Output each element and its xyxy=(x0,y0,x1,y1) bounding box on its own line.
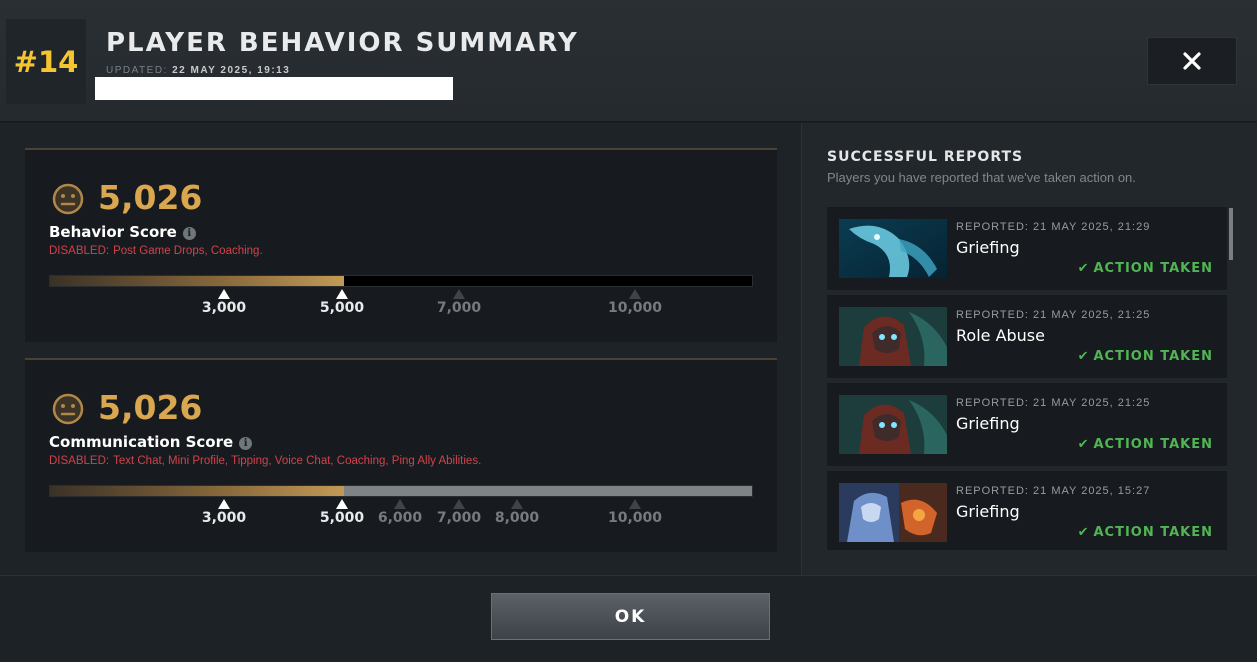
disabled-label: DISABLED: xyxy=(49,245,110,257)
communication-score-label-text: Communication Score xyxy=(49,433,234,451)
report-list[interactable]: REPORTED: 21 MAY 2025, 21:29 Griefing ✔ A… xyxy=(827,207,1237,550)
action-taken-status: ✔ ACTION TAKEN xyxy=(1078,349,1213,364)
action-taken-status: ✔ ACTION TAKEN xyxy=(1078,261,1213,276)
tick-label: 10,000 xyxy=(607,510,663,526)
tick-marker xyxy=(511,499,523,509)
reports-subtitle: Players you have reported that we've tak… xyxy=(827,170,1136,185)
communication-score-panel: 5,026 Communication Score i DISABLED: Text… xyxy=(25,358,777,552)
tick-marker xyxy=(394,499,406,509)
neutral-face-icon xyxy=(52,393,84,425)
report-item[interactable]: REPORTED: 21 MAY 2025, 21:25 Role Abuse … xyxy=(827,295,1227,378)
communication-progress-fill xyxy=(50,486,345,496)
report-reason: Role Abuse xyxy=(956,326,1045,345)
tick-marker xyxy=(336,289,348,299)
communication-score-label: Communication Score i xyxy=(49,433,253,451)
action-taken-label: ACTION TAKEN xyxy=(1093,437,1213,452)
updated-value: 22 MAY 2025, 19:13 xyxy=(172,65,291,76)
behavior-disabled-line: DISABLED: Post Game Drops, Coaching. xyxy=(49,245,263,257)
behavior-score-label-text: Behavior Score xyxy=(49,223,177,241)
disabled-label: DISABLED: xyxy=(49,455,110,467)
info-icon[interactable]: i xyxy=(182,227,196,240)
communication-progress-bar xyxy=(49,485,753,497)
report-meta: REPORTED: 21 MAY 2025, 21:29 xyxy=(956,221,1151,233)
info-icon[interactable]: i xyxy=(239,437,253,450)
close-icon xyxy=(1183,52,1201,70)
updated-timestamp: UPDATED: 22 MAY 2025, 19:13 xyxy=(106,65,290,76)
tick-marker xyxy=(336,499,348,509)
close-button[interactable] xyxy=(1147,37,1237,85)
page-title: PLAYER BEHAVIOR SUMMARY xyxy=(106,28,579,58)
tick-marker xyxy=(453,499,465,509)
disabled-features: Text Chat, Mini Profile, Tipping, Voice … xyxy=(113,455,482,467)
tick-label: 3,000 xyxy=(201,510,247,526)
communication-disabled-line: DISABLED: Text Chat, Mini Profile, Tippin… xyxy=(49,455,481,467)
report-meta: REPORTED: 21 MAY 2025, 21:25 xyxy=(956,309,1151,321)
neutral-face-icon xyxy=(52,183,84,215)
dialog-header: #14 PLAYER BEHAVIOR SUMMARY UPDATED: 22 … xyxy=(0,0,1257,122)
tick-label: 8,000 xyxy=(494,510,540,526)
report-reason: Griefing xyxy=(956,502,1020,521)
updated-label: UPDATED: xyxy=(106,65,168,76)
communication-score-value: 5,026 xyxy=(98,388,203,427)
report-reason: Griefing xyxy=(956,238,1020,257)
checkmark-icon: ✔ xyxy=(1077,525,1090,540)
behavior-progress-fill xyxy=(50,276,345,286)
hero-portrait-icon xyxy=(839,219,947,278)
tick-marker xyxy=(218,289,230,299)
report-meta: REPORTED: 21 MAY 2025, 21:25 xyxy=(956,397,1151,409)
tick-label: 10,000 xyxy=(607,300,663,316)
hero-portrait-icon xyxy=(839,483,947,542)
report-item[interactable]: REPORTED: 21 MAY 2025, 21:25 Griefing ✔ A… xyxy=(827,383,1227,466)
redacted-area xyxy=(95,77,453,100)
ok-button[interactable]: OK xyxy=(491,593,770,640)
report-reason: Griefing xyxy=(956,414,1020,433)
tick-label: 6,000 xyxy=(377,510,423,526)
report-item[interactable]: REPORTED: 21 MAY 2025, 15:27 Griefing ✔ A… xyxy=(827,471,1227,550)
rank-number: #14 xyxy=(13,44,79,79)
tick-marker xyxy=(629,289,641,299)
tick-marker xyxy=(453,289,465,299)
tick-marker xyxy=(629,499,641,509)
tick-label: 3,000 xyxy=(201,300,247,316)
hero-portrait-icon xyxy=(839,307,947,366)
tick-label: 7,000 xyxy=(436,300,482,316)
rank-badge: #14 xyxy=(6,19,86,104)
hero-portrait-icon xyxy=(839,395,947,454)
action-taken-label: ACTION TAKEN xyxy=(1093,349,1213,364)
tick-label: 5,000 xyxy=(319,300,365,316)
tick-marker xyxy=(218,499,230,509)
checkmark-icon: ✔ xyxy=(1077,261,1090,276)
action-taken-label: ACTION TAKEN xyxy=(1093,525,1213,540)
scores-area: 5,026 Behavior Score i DISABLED: Post Game… xyxy=(0,123,801,575)
report-item[interactable]: REPORTED: 21 MAY 2025, 21:29 Griefing ✔ A… xyxy=(827,207,1227,290)
disabled-features: Post Game Drops, Coaching. xyxy=(113,245,263,257)
action-taken-status: ✔ ACTION TAKEN xyxy=(1078,525,1213,540)
report-list-scrollbar[interactable] xyxy=(1229,208,1233,260)
reports-title: SUCCESSFUL REPORTS xyxy=(827,149,1024,165)
checkmark-icon: ✔ xyxy=(1077,349,1090,364)
behavior-progress-bar xyxy=(49,275,753,287)
behavior-score-label: Behavior Score i xyxy=(49,223,196,241)
action-taken-status: ✔ ACTION TAKEN xyxy=(1078,437,1213,452)
checkmark-icon: ✔ xyxy=(1077,437,1090,452)
tick-label: 5,000 xyxy=(319,510,365,526)
reports-area: SUCCESSFUL REPORTS Players you have repo… xyxy=(801,123,1257,575)
tick-label: 7,000 xyxy=(436,510,482,526)
action-taken-label: ACTION TAKEN xyxy=(1093,261,1213,276)
report-meta: REPORTED: 21 MAY 2025, 15:27 xyxy=(956,485,1151,497)
dialog-footer: OK xyxy=(0,575,1257,662)
behavior-score-value: 5,026 xyxy=(98,178,203,217)
behavior-score-panel: 5,026 Behavior Score i DISABLED: Post Game… xyxy=(25,148,777,342)
